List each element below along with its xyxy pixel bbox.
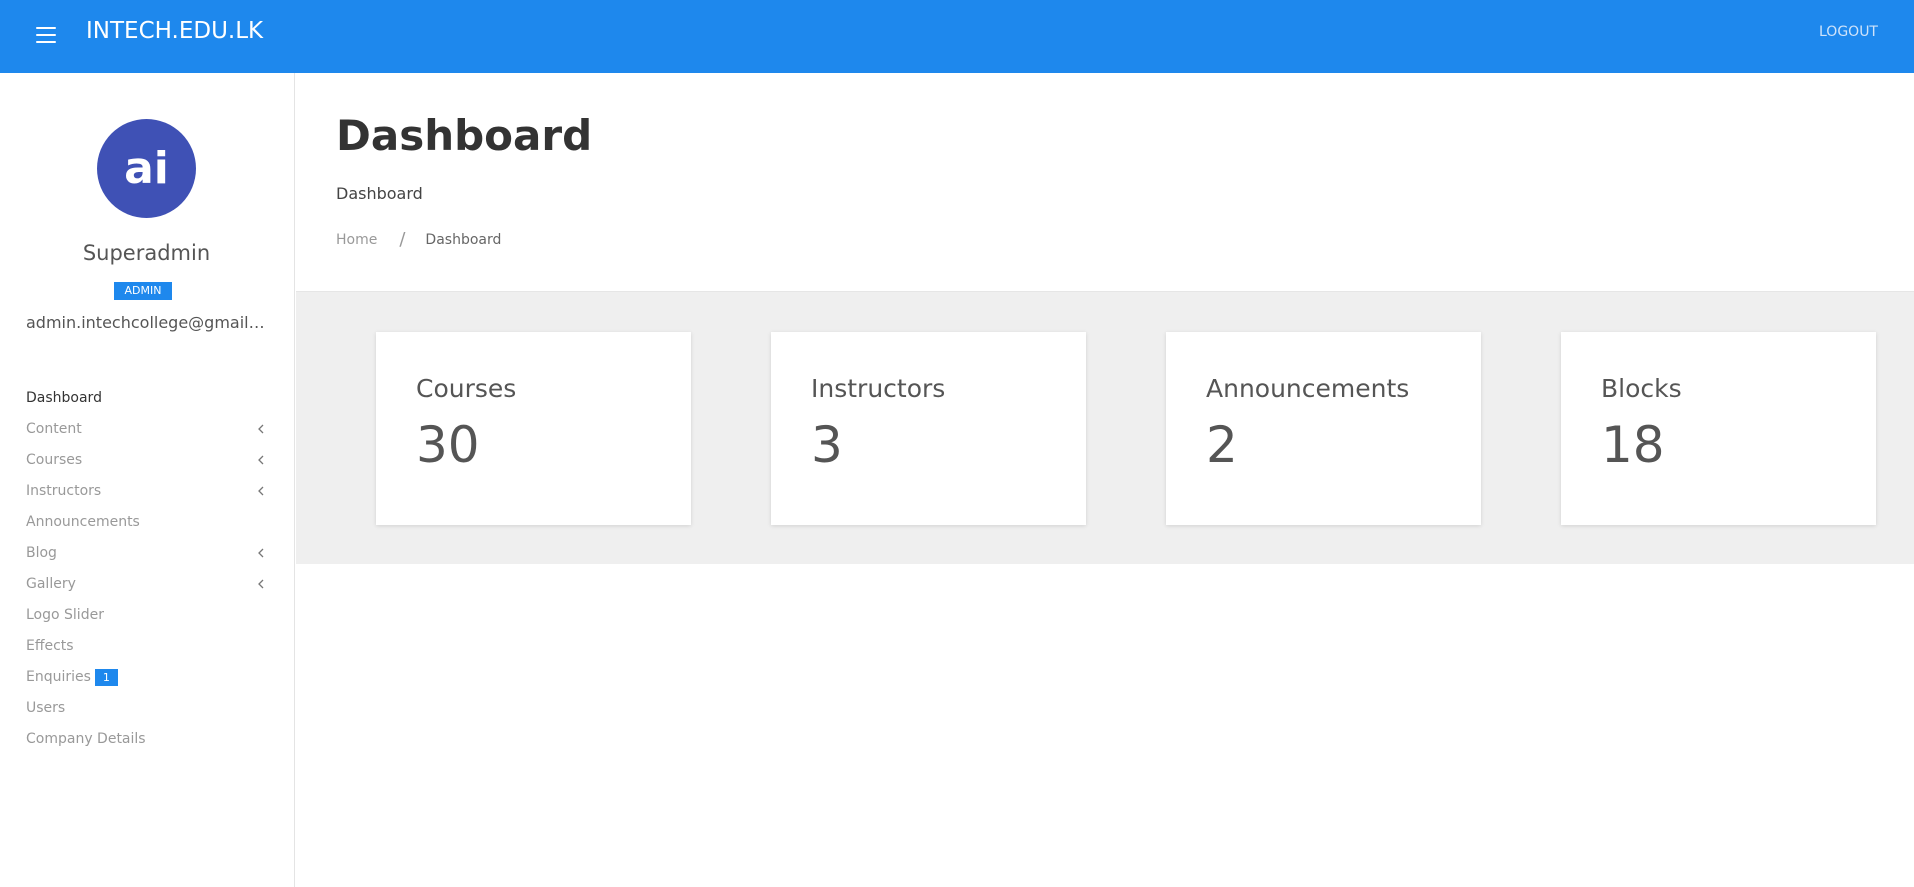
top-app-bar: INTECH.EDU.LK LOGOUT bbox=[0, 0, 1914, 73]
sidebar-item-label: Courses bbox=[26, 452, 83, 468]
stat-card-blocks[interactable]: Blocks 18 bbox=[1561, 332, 1876, 525]
sidebar-item-courses[interactable]: Courses bbox=[26, 448, 266, 479]
sidebar: ai Superadmin ADMIN admin.intechcollege@… bbox=[0, 73, 295, 887]
stat-card-instructors[interactable]: Instructors 3 bbox=[771, 332, 1086, 525]
sidebar-item-content[interactable]: Content bbox=[26, 417, 266, 448]
stat-card-courses[interactable]: Courses 30 bbox=[376, 332, 691, 525]
chevron-left-icon bbox=[258, 455, 264, 465]
hamburger-menu-icon[interactable] bbox=[36, 27, 56, 43]
stat-value: 30 bbox=[416, 416, 480, 474]
sidebar-item-label: Dashboard bbox=[26, 390, 102, 406]
logout-link[interactable]: LOGOUT bbox=[1819, 24, 1878, 40]
chevron-left-icon bbox=[258, 579, 264, 589]
stat-label: Courses bbox=[416, 374, 517, 403]
brand-title[interactable]: INTECH.EDU.LK bbox=[86, 18, 263, 44]
sidebar-item-blog[interactable]: Blog bbox=[26, 541, 266, 572]
sidebar-item-label: Gallery bbox=[26, 576, 76, 592]
stats-panel: Courses 30 Instructors 3 Announcements 2… bbox=[296, 291, 1914, 564]
page-subtitle: Dashboard bbox=[336, 184, 423, 203]
main-content: Dashboard Dashboard Home / Dashboard Cou… bbox=[296, 73, 1914, 887]
stat-value: 2 bbox=[1206, 416, 1238, 474]
sidebar-item-logo-slider[interactable]: Logo Slider bbox=[26, 603, 266, 634]
enquiries-count-badge: 1 bbox=[94, 668, 118, 686]
sidebar-item-label: Users bbox=[26, 700, 66, 716]
breadcrumb: Home / Dashboard bbox=[336, 229, 501, 250]
sidebar-item-instructors[interactable]: Instructors bbox=[26, 479, 266, 510]
breadcrumb-current: Dashboard bbox=[425, 231, 502, 248]
sidebar-item-label: Announcements bbox=[26, 514, 140, 530]
sidebar-item-label: Effects bbox=[26, 638, 74, 654]
sidebar-item-label: Instructors bbox=[26, 483, 102, 499]
profile-email: admin.intechcollege@gmail.com bbox=[26, 313, 266, 332]
chevron-left-icon bbox=[258, 424, 264, 434]
stat-label: Blocks bbox=[1601, 374, 1682, 403]
profile-name: Superadmin bbox=[82, 241, 211, 265]
sidebar-item-dashboard[interactable]: Dashboard bbox=[26, 386, 266, 417]
sidebar-item-label: Company Details bbox=[26, 731, 146, 747]
role-badge: ADMIN bbox=[114, 282, 172, 300]
sidebar-item-users[interactable]: Users bbox=[26, 696, 266, 727]
sidebar-item-enquiries[interactable]: Enquiries 1 bbox=[26, 665, 266, 696]
stat-card-announcements[interactable]: Announcements 2 bbox=[1166, 332, 1481, 525]
stat-value: 3 bbox=[811, 416, 843, 474]
sidebar-item-announcements[interactable]: Announcements bbox=[26, 510, 266, 541]
sidebar-item-company-details[interactable]: Company Details bbox=[26, 727, 266, 758]
stat-label: Announcements bbox=[1206, 374, 1410, 403]
breadcrumb-home-link[interactable]: Home bbox=[336, 232, 377, 248]
sidebar-item-label: Enquiries bbox=[26, 669, 91, 685]
stat-value: 18 bbox=[1601, 416, 1665, 474]
page-title: Dashboard bbox=[336, 111, 593, 160]
sidebar-item-gallery[interactable]: Gallery bbox=[26, 572, 266, 603]
chevron-left-icon bbox=[258, 548, 264, 558]
sidebar-nav: Dashboard Content Courses Instructors An… bbox=[26, 386, 266, 758]
breadcrumb-separator: / bbox=[399, 229, 406, 250]
sidebar-item-label: Logo Slider bbox=[26, 607, 104, 623]
chevron-left-icon bbox=[258, 486, 264, 496]
avatar: ai bbox=[97, 119, 196, 218]
stat-label: Instructors bbox=[811, 374, 946, 403]
sidebar-item-label: Blog bbox=[26, 545, 57, 561]
sidebar-item-effects[interactable]: Effects bbox=[26, 634, 266, 665]
sidebar-item-label: Content bbox=[26, 421, 82, 437]
